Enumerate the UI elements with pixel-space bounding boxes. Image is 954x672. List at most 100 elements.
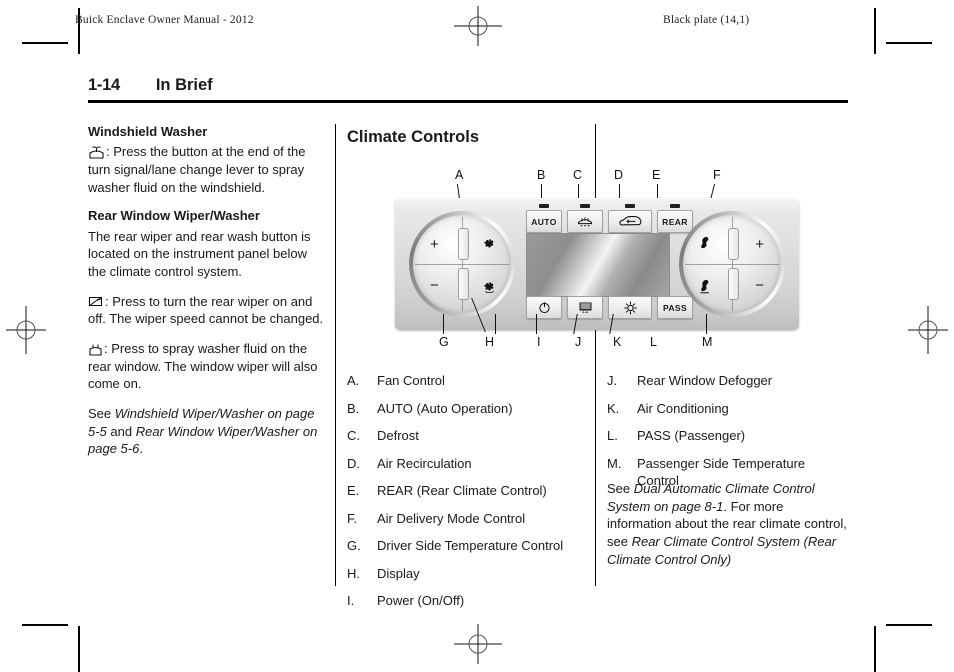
legend-text-A: Fan Control (377, 373, 445, 388)
para-rear-washer: : Press to spray washer fluid on the rea… (88, 340, 327, 393)
callout-letter-F: F (713, 168, 721, 182)
legend-item-E: E. REAR (Rear Climate Control) (347, 482, 590, 500)
cross-reference-wiper-washer: See Windshield Wiper/Washer on page 5-5 … (88, 405, 327, 458)
title-divider (88, 100, 848, 103)
callout-letter-K: K (613, 335, 622, 349)
climate-control-panel: + − AUTO REAR PASS + − (395, 198, 799, 330)
air-recirculation-led-indicator (625, 204, 635, 208)
windshield-washer-icon (88, 145, 105, 159)
air-delivery-slot-bottom (727, 268, 739, 300)
registration-mark-top (454, 2, 502, 50)
legend-item-H: H. Display (347, 565, 590, 583)
see-mid: and (106, 423, 136, 439)
air-delivery-mode-knob[interactable]: + − (679, 211, 785, 317)
cross-reference-climate: See Dual Automatic Climate Control Syste… (607, 480, 848, 568)
heading-rear-window-wiper-washer: Rear Window Wiper/Washer (88, 208, 260, 224)
air-delivery-knob-face: + − (683, 215, 781, 313)
fan-slot-bottom (457, 268, 469, 300)
power-button[interactable] (526, 296, 562, 319)
air-recirculation-icon (617, 215, 643, 228)
fan-slot-top (457, 228, 469, 260)
legend-key-A: A. (347, 373, 360, 388)
column-divider-1 (335, 124, 336, 586)
legend-key-D: D. (347, 455, 360, 471)
para-rear-wiper-text: : Press to turn the rear wiper on and of… (88, 293, 324, 327)
leader-I (495, 314, 496, 334)
page-title: 1-14 In Brief (88, 76, 848, 95)
registration-mark-bottom (454, 620, 502, 668)
legend-key-G: G. (347, 538, 361, 554)
passenger-temp-decrease-label: − (755, 277, 764, 294)
legend-key-E: E. (347, 483, 360, 499)
crop-mark-top-left-h (22, 42, 68, 44)
legend-item-I: I. Power (On/Off) (347, 592, 590, 610)
callout-letter-J: J (575, 335, 582, 349)
leader-M (706, 314, 707, 334)
registration-mark-left (2, 306, 50, 354)
legend-text-G: Driver Side Temperature Control (377, 538, 564, 554)
callout-letter-L: L (650, 335, 657, 349)
climate-controls-figure: A B C D E F + − AUTO REAR PASS + − G H I… (347, 168, 807, 358)
legend-text-F: Air Delivery Mode Control (377, 510, 526, 526)
see-suffix: . (139, 441, 143, 457)
rear-button-label: REAR (662, 216, 688, 227)
rear-window-defogger-button[interactable] (567, 296, 603, 319)
legend-text-I: Power (On/Off) (377, 593, 465, 609)
rear-wiper-icon (88, 296, 104, 309)
legend-key-J: J. (607, 373, 618, 388)
see-prefix: See (88, 405, 115, 421)
crop-mark-bottom-right-h (886, 624, 932, 626)
leader-J (536, 314, 537, 334)
callout-letter-G: G (439, 335, 449, 349)
legend-text-B: AUTO (Auto Operation) (377, 400, 513, 416)
callout-letter-I: I (537, 335, 541, 349)
legend-item-J: J. Rear Window Defogger (607, 372, 848, 390)
auto-button[interactable]: AUTO (526, 204, 562, 233)
climate-display (526, 233, 670, 297)
legend-text-C: Defrost (377, 428, 419, 444)
section-title-climate-controls: Climate Controls (347, 128, 480, 146)
air-recirculation-button[interactable] (608, 204, 652, 233)
rear-climate-button[interactable]: REAR (657, 204, 693, 233)
legend-key-H: H. (347, 565, 360, 581)
fan-control-knob-face: + − (413, 215, 511, 313)
legend-item-C: C. Defrost (347, 427, 590, 445)
crop-mark-top-right-h (886, 42, 932, 44)
climate-note-prefix: See (607, 481, 634, 496)
defrost-led-indicator (580, 204, 590, 208)
defrost-button[interactable] (567, 204, 603, 233)
callout-letter-D: D (614, 168, 624, 182)
callout-letter-C: C (573, 168, 583, 182)
para-windshield-washer: : Press the button at the end of the tur… (88, 143, 327, 196)
climate-note-reference-2: Rear Climate Control System (Rear Climat… (607, 534, 837, 567)
legend-key-C: C. (347, 428, 360, 444)
legend-item-D: D. Air Recirculation (347, 455, 590, 473)
fan-high-icon (483, 237, 496, 250)
callout-letter-H: H (485, 335, 495, 349)
legend-key-M: M. (607, 455, 622, 471)
heading-windshield-washer: Windshield Washer (88, 124, 208, 139)
page-number: 1-14 (88, 76, 120, 94)
legend-text-E: REAR (Rear Climate Control) (377, 483, 547, 499)
air-conditioning-button[interactable] (608, 296, 652, 319)
pass-button-label: PASS (662, 302, 688, 313)
fan-low-icon (483, 280, 496, 293)
legend-item-F: F. Air Delivery Mode Control (347, 510, 590, 528)
legend-item-K: K. Air Conditioning (607, 400, 848, 418)
temp-decrease-label: − (430, 277, 439, 294)
legend-key-F: F. (347, 510, 358, 526)
callout-letter-B: B (537, 168, 546, 182)
legend-key-K: K. (607, 400, 620, 416)
legend-key-L: L. (607, 428, 618, 444)
para-windshield-washer-text: : Press the button at the end of the tur… (88, 144, 306, 195)
pass-button[interactable]: PASS (657, 296, 693, 319)
climate-note-reference-1: Dual Automatic Climate Control System on… (607, 481, 815, 514)
crop-mark-bottom-left-h (22, 624, 68, 626)
legend-key-I: I. (347, 593, 355, 609)
rear-defogger-icon (577, 301, 594, 314)
crop-mark-bottom-right-v (874, 626, 876, 672)
passenger-temp-increase-label: + (755, 236, 764, 253)
legend-text-L: PASS (Passenger) (637, 428, 746, 444)
registration-mark-right (904, 306, 952, 354)
fan-control-knob[interactable]: + − (409, 211, 515, 317)
